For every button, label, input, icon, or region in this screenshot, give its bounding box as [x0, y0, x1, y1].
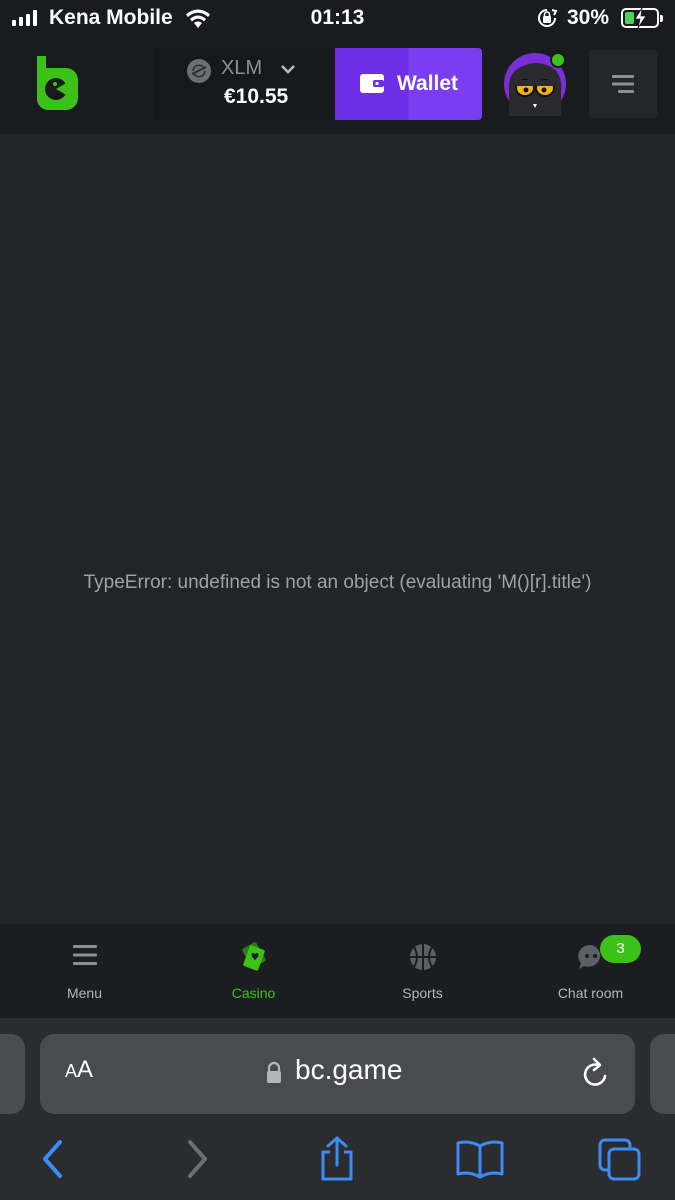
url-text: bc.game [295, 1054, 403, 1085]
chat-unread-badge: 3 [600, 935, 641, 963]
basketball-icon [408, 942, 438, 977]
chevron-down-icon [280, 62, 296, 80]
wallet-icon [359, 72, 385, 97]
forward-icon[interactable] [182, 1136, 212, 1187]
error-message: TypeError: undefined is not an object (e… [83, 572, 592, 593]
nav-label-menu: Menu [66, 985, 103, 1001]
casino-cards-icon [238, 942, 270, 977]
nav-label-sports: Sports [402, 985, 443, 1001]
nav-item-menu[interactable]: Menu [0, 924, 169, 1018]
menu-lines-icon [612, 75, 634, 93]
nav-item-chat-room[interactable]: Chat room [506, 924, 675, 1018]
reload-icon[interactable] [580, 1056, 612, 1095]
app-header: XLM €10.55 Wallet [0, 38, 675, 134]
tabs-icon[interactable] [596, 1136, 644, 1187]
lock-icon [265, 1061, 283, 1090]
orientation-lock-icon [536, 7, 558, 34]
stellar-icon [187, 59, 211, 83]
wallet-label: Wallet [396, 72, 459, 95]
status-bar: Kena Mobile 01:13 30% [0, 0, 675, 38]
currency-name: XLM [221, 57, 263, 79]
battery-charging-icon [621, 8, 663, 28]
battery-percent: 30% [567, 6, 610, 29]
nav-label-casino: Casino [231, 985, 276, 1001]
balance-amount: €10.55 [224, 85, 289, 108]
bc-game-logo[interactable] [34, 56, 80, 117]
nav-item-casino[interactable]: Casino [169, 924, 338, 1018]
back-icon[interactable] [38, 1136, 68, 1187]
address-bar[interactable]: AA bc.game [40, 1034, 635, 1114]
share-icon[interactable] [316, 1136, 358, 1187]
next-tab-preview[interactable] [650, 1034, 675, 1114]
nav-item-sports[interactable]: Sports [338, 924, 507, 1018]
bottom-nav: Menu Casino Sports Chat room [0, 924, 675, 1018]
wallet-button[interactable]: Wallet [335, 48, 482, 120]
main-content: TypeError: undefined is not an object (e… [0, 134, 675, 924]
hamburger-icon [71, 942, 99, 973]
currency-selector[interactable]: XLM €10.55 [154, 48, 335, 120]
nav-label-chat-room: Chat room [557, 985, 624, 1001]
previous-tab-preview[interactable] [0, 1034, 25, 1114]
bookmarks-icon[interactable] [455, 1136, 505, 1187]
menu-button[interactable] [589, 50, 657, 118]
online-status-dot [550, 52, 566, 68]
text-size-button[interactable]: AA [65, 1056, 93, 1084]
